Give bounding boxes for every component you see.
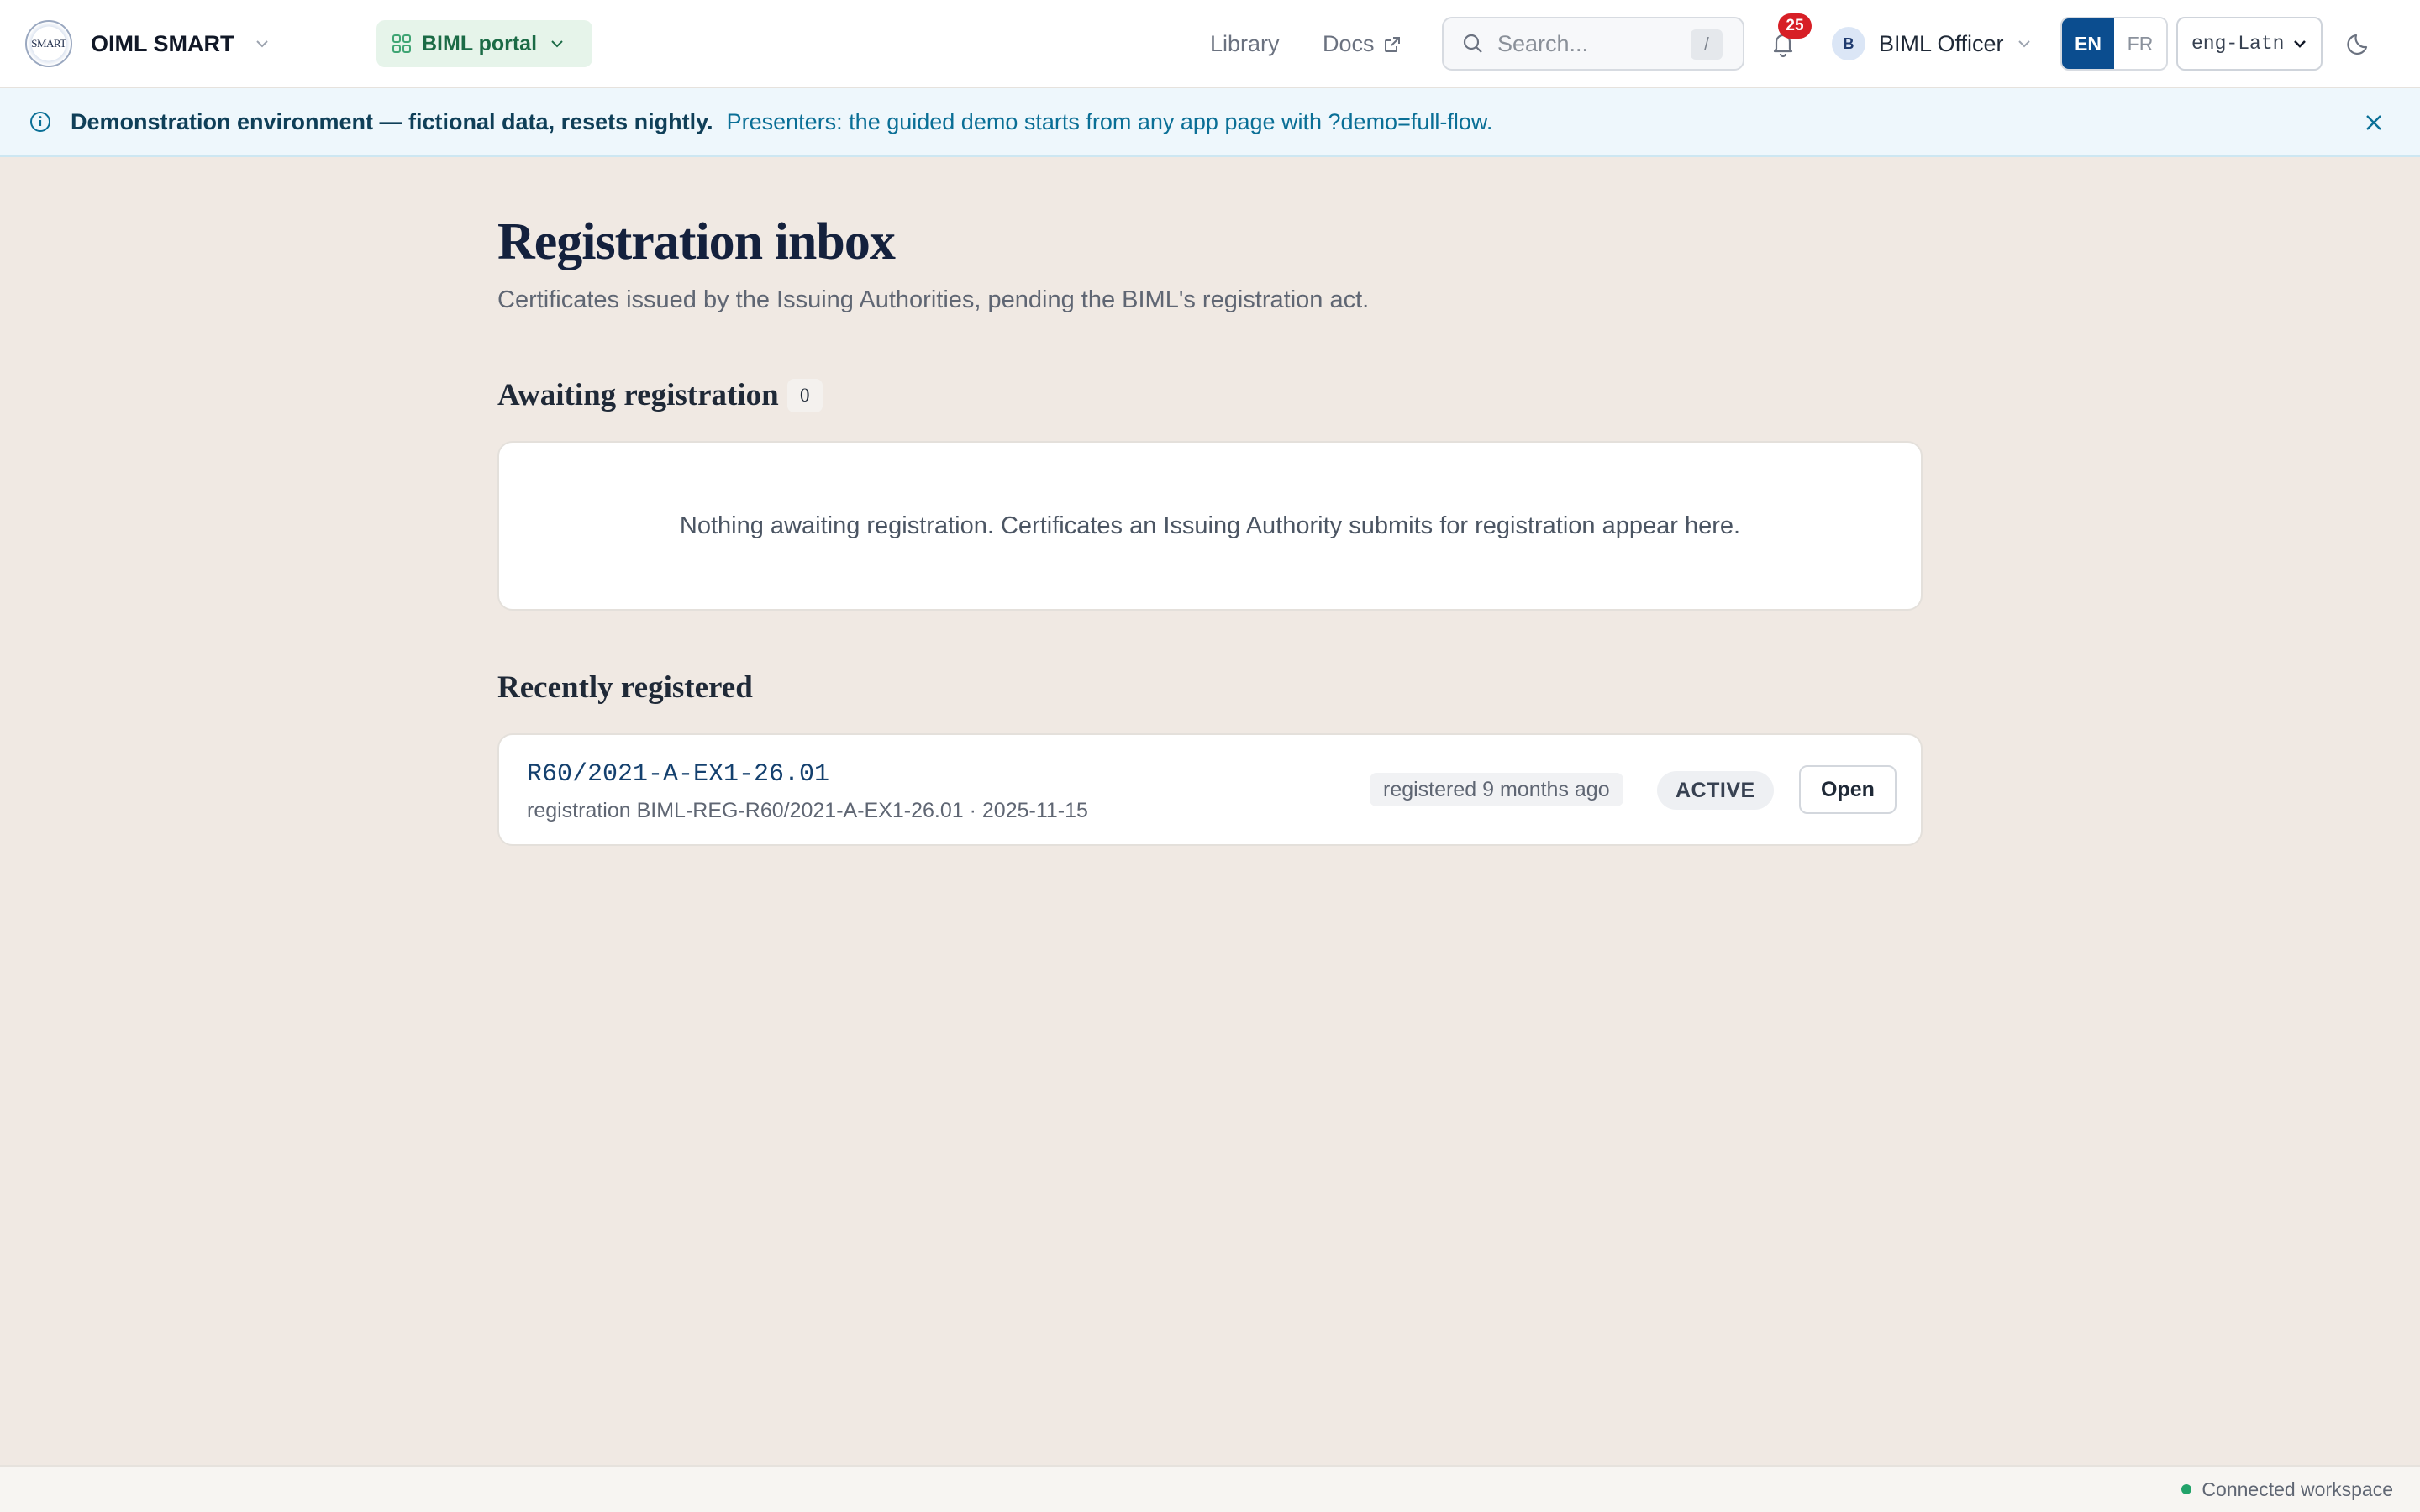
status-badge: ACTIVE — [1657, 771, 1774, 810]
empty-state-text: Nothing awaiting registration. Certifica… — [679, 512, 1741, 539]
awaiting-count-badge: 0 — [786, 378, 823, 412]
chevron-down-icon — [2018, 40, 2030, 48]
section-awaiting-registration: Awaiting registration 0 — [497, 377, 823, 413]
connection-status-dot — [2181, 1484, 2192, 1494]
external-link-icon — [1384, 36, 1400, 52]
portal-switcher-button[interactable]: BIML portal — [376, 20, 593, 67]
nav-link-docs-label: Docs — [1323, 31, 1375, 56]
registration-meta: registration BIML-REG-R60/2021-A-EX1-26.… — [527, 799, 1088, 822]
grid-icon — [392, 34, 411, 53]
user-name: BIML Officer — [1879, 30, 2004, 56]
language-en-button[interactable]: EN — [2062, 18, 2114, 69]
section-title: Recently registered — [497, 670, 753, 705]
awaiting-empty-state: Nothing awaiting registration. Certifica… — [497, 441, 1923, 611]
notification-count-badge: 25 — [1778, 13, 1812, 39]
brand-name: OIML SMART — [91, 30, 234, 56]
chevron-down-icon — [551, 40, 563, 48]
language-fr-button[interactable]: FR — [2114, 18, 2166, 69]
script-select-value: eng-Latn — [2191, 33, 2285, 55]
nav-link-docs[interactable]: Docs — [1323, 0, 1402, 88]
avatar: B — [1832, 27, 1865, 60]
user-menu-button[interactable]: B BIML Officer — [1832, 25, 2033, 62]
search-box[interactable]: / — [1442, 17, 1744, 71]
moon-icon[interactable] — [2344, 29, 2375, 59]
status-footer: Connected workspace — [0, 1465, 2420, 1512]
demo-environment-banner: Demonstration environment — fictional da… — [0, 88, 2420, 157]
nav-link-library[interactable]: Library — [1210, 0, 1280, 88]
portal-label: BIML portal — [422, 31, 538, 55]
oiml-logo-icon: SMART — [25, 20, 72, 67]
open-button[interactable]: Open — [1799, 765, 1897, 814]
search-shortcut-hint: / — [1691, 29, 1723, 60]
info-icon — [30, 112, 50, 132]
search-icon — [1463, 34, 1482, 53]
list-item: R60/2021-A-EX1-26.01 registration BIML-R… — [497, 733, 1923, 846]
connection-status-text: Connected workspace — [2202, 1478, 2393, 1500]
section-recently-registered: Recently registered — [497, 669, 753, 706]
page-title: Registration inbox — [497, 213, 896, 270]
banner-message: Presenters: the guided demo starts from … — [726, 108, 1493, 134]
banner-heading: Demonstration environment — fictional da… — [71, 108, 713, 134]
page-subtitle: Certificates issued by the Issuing Autho… — [497, 286, 1370, 313]
script-select[interactable]: eng-Latn — [2176, 17, 2323, 71]
top-navigation-bar: SMART OIML SMART BIML portal Library Doc… — [0, 0, 2420, 88]
language-toggle: EN FR — [2060, 17, 2168, 71]
section-title: Awaiting registration — [497, 378, 779, 412]
search-input[interactable] — [1497, 30, 1691, 57]
registered-time-badge: registered 9 months ago — [1370, 773, 1623, 806]
certificate-id-link[interactable]: R60/2021-A-EX1-26.01 — [527, 760, 829, 789]
chevron-down-icon — [2294, 40, 2306, 48]
brand[interactable]: SMART OIML SMART — [25, 20, 270, 67]
chevron-down-icon[interactable] — [255, 36, 270, 51]
close-icon[interactable] — [2361, 110, 2386, 135]
